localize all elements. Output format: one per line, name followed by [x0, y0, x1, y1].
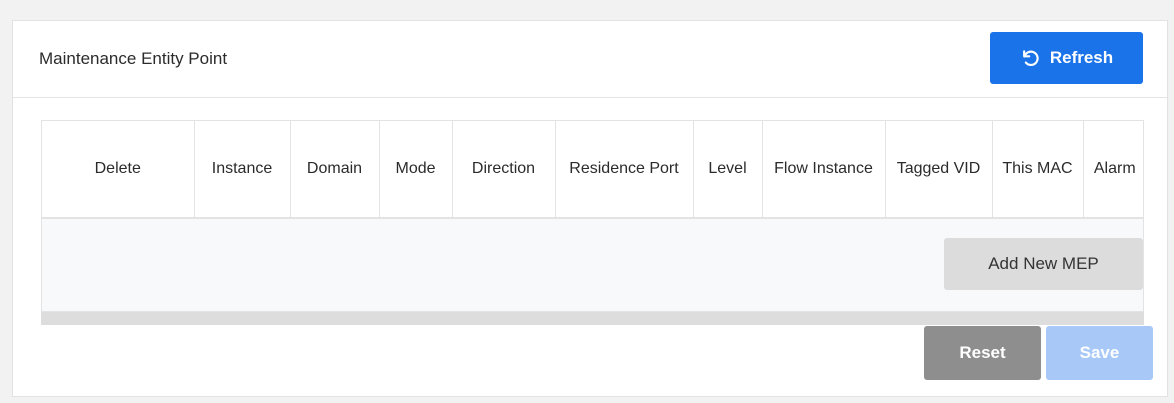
reset-button[interactable]: Reset [924, 326, 1041, 380]
refresh-label: Refresh [1049, 48, 1114, 67]
table-body: Add New MEP [42, 219, 1143, 311]
mep-table: Delete Instance Domain Mode Direction Re… [42, 121, 1143, 219]
col-header-domain[interactable]: Domain [290, 121, 380, 219]
col-header-delete[interactable]: Delete [42, 121, 195, 219]
col-header-mode[interactable]: Mode [379, 121, 453, 219]
mep-table-container: Delete Instance Domain Mode Direction Re… [41, 120, 1144, 312]
col-header-residence-port[interactable]: Residence Port [555, 121, 694, 219]
col-header-this-mac[interactable]: This MAC [992, 121, 1084, 219]
col-header-instance[interactable]: Instance [194, 121, 291, 219]
col-header-alarm[interactable]: Alarm [1083, 121, 1143, 219]
table-header-row: Delete Instance Domain Mode Direction Re… [42, 121, 1143, 219]
save-button[interactable]: Save [1046, 326, 1153, 380]
col-header-flow-instance[interactable]: Flow Instance [762, 121, 886, 219]
col-header-tagged-vid[interactable]: Tagged VID [885, 121, 993, 219]
refresh-icon [1022, 50, 1039, 67]
horizontal-scrollbar[interactable] [41, 312, 1144, 325]
col-header-direction[interactable]: Direction [452, 121, 556, 219]
mep-panel: Maintenance Entity Point Refresh Delete … [12, 20, 1168, 397]
refresh-button[interactable]: Refresh [990, 32, 1143, 84]
col-header-level[interactable]: Level [693, 121, 763, 219]
panel-title: Maintenance Entity Point [39, 49, 228, 68]
panel-header: Maintenance Entity Point Refresh [13, 21, 1167, 98]
add-new-mep-button[interactable]: Add New MEP [944, 238, 1143, 290]
